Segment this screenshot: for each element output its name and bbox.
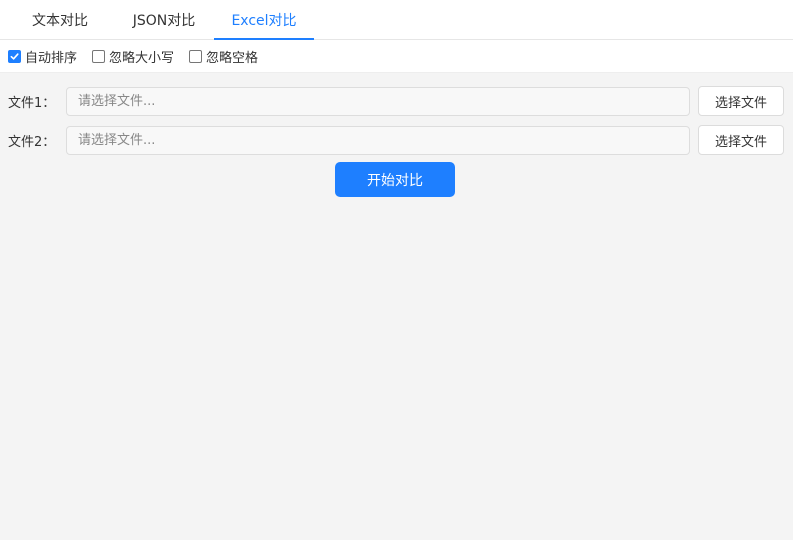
file2-select-button[interactable]: 选择文件 — [698, 125, 784, 155]
option-ignore-spaces[interactable]: 忽略空格 — [189, 47, 258, 66]
start-button-wrap: 开始对比 — [8, 162, 784, 197]
tab-label: 文本对比 — [32, 12, 88, 29]
file1-label: 文件1： — [8, 95, 56, 111]
ignore-case-checkbox[interactable] — [92, 49, 106, 63]
file2-input[interactable] — [66, 125, 690, 155]
tab-label: JSON对比 — [132, 12, 196, 29]
tab-label: Excel对比 — [231, 12, 297, 29]
file1-input[interactable] — [66, 86, 690, 116]
options-bar: 自动排序 忽略大小写 忽略空格 — [0, 40, 793, 73]
ignore-spaces-label: 忽略空格 — [206, 50, 259, 66]
file1-row: 文件1： 选择文件 — [8, 86, 784, 116]
option-ignore-case[interactable]: 忽略大小写 — [92, 47, 174, 66]
checkmark-icon — [10, 52, 19, 60]
file2-row: 文件2： 选择文件 — [8, 125, 784, 155]
option-auto-sort[interactable]: 自动排序 — [8, 47, 77, 66]
file1-select-button[interactable]: 选择文件 — [698, 86, 784, 116]
tab-json-compare[interactable]: JSON对比 — [114, 0, 214, 39]
auto-sort-label: 自动排序 — [25, 50, 78, 66]
auto-sort-checkbox[interactable] — [8, 49, 21, 63]
tab-excel-compare[interactable]: Excel对比 — [214, 0, 314, 40]
start-compare-button[interactable]: 开始对比 — [335, 162, 455, 197]
ignore-spaces-checkbox[interactable] — [189, 49, 203, 63]
ignore-case-label: 忽略大小写 — [109, 50, 175, 66]
tab-text-compare[interactable]: 文本对比 — [10, 0, 110, 39]
tab-bar: 文本对比 JSON对比 Excel对比 — [0, 0, 793, 40]
file2-label: 文件2： — [8, 134, 56, 150]
main-panel: 文件1： 选择文件 文件2： 选择文件 开始对比 — [0, 73, 793, 197]
